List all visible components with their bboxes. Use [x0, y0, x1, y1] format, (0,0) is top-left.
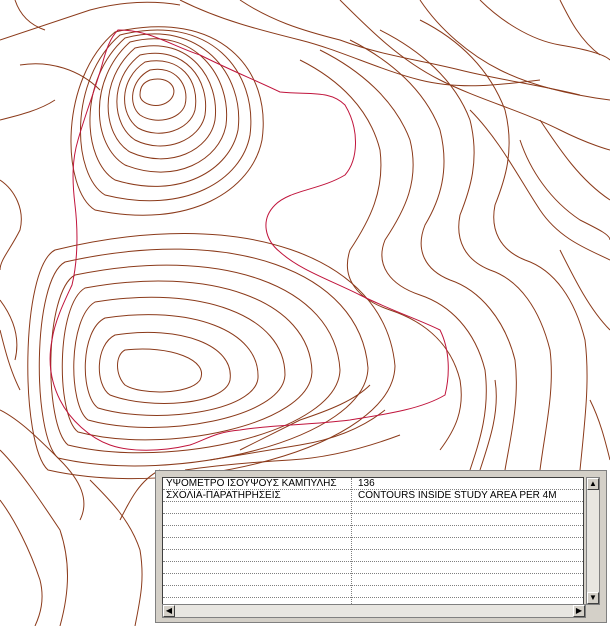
table-row[interactable] [163, 586, 583, 598]
contour-line [117, 348, 203, 393]
contour-line [0, 179, 22, 271]
contour-line [339, 0, 610, 151]
contour-line [124, 60, 197, 134]
contour-line [139, 78, 175, 106]
field-value[interactable] [358, 502, 583, 514]
selected-contour-line[interactable] [49, 29, 449, 451]
contour-line [79, 29, 252, 202]
contour-line [589, 399, 610, 461]
scrollbar-corner [586, 605, 600, 618]
attribute-grid: ΥΨΟΜΕΤΡΟ ΙΣΟΥΨΟΥΣ ΚΑΜΠΥΛΗΣ 136 ΣΧΟΛΙΑ-ΠΑ… [162, 477, 584, 605]
field-value[interactable] [358, 526, 583, 538]
table-row[interactable] [163, 514, 583, 526]
triangle-left-icon: ◀ [165, 606, 173, 615]
contour-line [319, 49, 487, 471]
contour-line [0, 449, 68, 626]
field-name [166, 574, 350, 586]
field-name [166, 514, 350, 526]
contour-line [349, 39, 517, 471]
vertical-scrollbar[interactable]: ▲ ▼ [586, 477, 600, 605]
contour-line [98, 331, 231, 404]
contour-line [27, 233, 396, 480]
contour-line [209, 409, 386, 461]
contour-line [0, 299, 18, 361]
triangle-down-icon: ▼ [589, 593, 597, 602]
contour-line [119, 469, 161, 521]
contour-line [299, 59, 462, 451]
scroll-left-button[interactable]: ◀ [163, 605, 175, 617]
field-value[interactable]: CONTOURS INSIDE STUDY AREA PER 4M [358, 490, 583, 502]
table-row[interactable] [163, 538, 583, 550]
field-value[interactable] [358, 562, 583, 574]
contour-line [379, 29, 552, 471]
field-name [166, 550, 350, 562]
contour-line [469, 109, 610, 261]
horizontal-scrollbar[interactable]: ◀ ▶ [162, 604, 586, 618]
table-row[interactable]: ΥΨΟΜΕΤΡΟ ΙΣΟΥΨΟΥΣ ΚΑΜΠΥΛΗΣ 136 [163, 478, 583, 490]
field-name [166, 526, 350, 538]
field-name [166, 502, 350, 514]
contour-line [419, 19, 588, 471]
contour-line [559, 249, 610, 331]
field-value[interactable] [358, 550, 583, 562]
field-value[interactable] [358, 586, 583, 598]
contour-line [116, 52, 207, 147]
table-row[interactable] [163, 526, 583, 538]
scroll-up-button[interactable]: ▲ [587, 478, 599, 490]
field-value[interactable] [358, 574, 583, 586]
attribute-table-panel: ΥΨΟΜΕΤΡΟ ΙΣΟΥΨΟΥΣ ΚΑΜΠΥΛΗΣ 136 ΣΧΟΛΙΑ-ΠΑ… [155, 470, 607, 623]
contour-line [89, 479, 143, 626]
contour-line [0, 99, 56, 121]
scroll-down-button[interactable]: ▼ [587, 592, 599, 604]
contour-line [239, 384, 371, 451]
field-value[interactable] [358, 514, 583, 526]
contour-line [14, 0, 46, 31]
table-row[interactable] [163, 502, 583, 514]
field-name [166, 562, 350, 574]
contour-line [559, 0, 601, 56]
table-row[interactable] [163, 562, 583, 574]
field-value[interactable]: 136 [358, 478, 583, 490]
scroll-right-button[interactable]: ▶ [573, 605, 585, 617]
field-name [166, 538, 350, 550]
field-name [166, 586, 350, 598]
contour-line [179, 0, 541, 87]
contour-line [479, 0, 610, 61]
contour-line [89, 33, 240, 187]
contour-line [0, 499, 43, 626]
table-row[interactable] [163, 574, 583, 586]
triangle-up-icon: ▲ [589, 479, 597, 488]
table-row[interactable]: ΣΧΟΛΙΑ-ΠΑΡΑΤΗΡΗΣΕΙΣ CONTOURS INSIDE STUD… [163, 490, 583, 502]
contour-line [84, 314, 259, 416]
contour-line [132, 68, 187, 121]
field-name: ΥΨΟΜΕΤΡΟ ΙΣΟΥΨΟΥΣ ΚΑΜΠΥΛΗΣ [166, 478, 337, 489]
contour-line [539, 119, 610, 201]
field-name: ΣΧΟΛΙΑ-ΠΑΡΑΤΗΡΗΣΕΙΣ [166, 490, 281, 501]
triangle-right-icon: ▶ [575, 606, 583, 615]
table-row[interactable] [163, 550, 583, 562]
contour-line [184, 434, 401, 471]
field-value[interactable] [358, 538, 583, 550]
